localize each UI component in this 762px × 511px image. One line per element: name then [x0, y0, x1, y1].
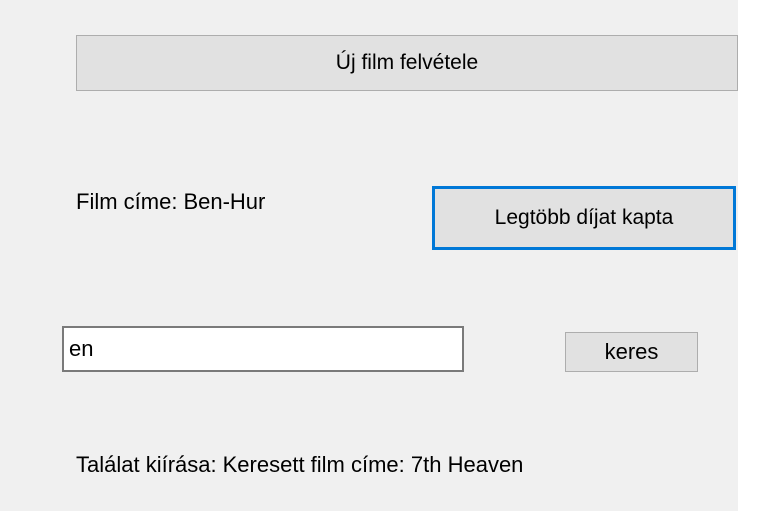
result-label: Találat kiírása:	[76, 452, 217, 477]
new-film-button[interactable]: Új film felvétele	[76, 35, 738, 91]
main-form: Új film felvétele Film címe: Ben-Hur Leg…	[0, 0, 738, 511]
film-title-label: Film címe:	[76, 189, 178, 214]
search-button[interactable]: keres	[565, 332, 698, 372]
film-title-value: Ben-Hur	[183, 189, 266, 214]
result-row: Találat kiírása: Keresett film címe: 7th…	[76, 454, 523, 476]
result-text: Keresett film címe: 7th Heaven	[222, 452, 524, 477]
film-title-row: Film címe: Ben-Hur	[76, 191, 265, 213]
most-awards-button[interactable]: Legtöbb díjat kapta	[432, 186, 736, 250]
search-input[interactable]	[62, 326, 464, 372]
